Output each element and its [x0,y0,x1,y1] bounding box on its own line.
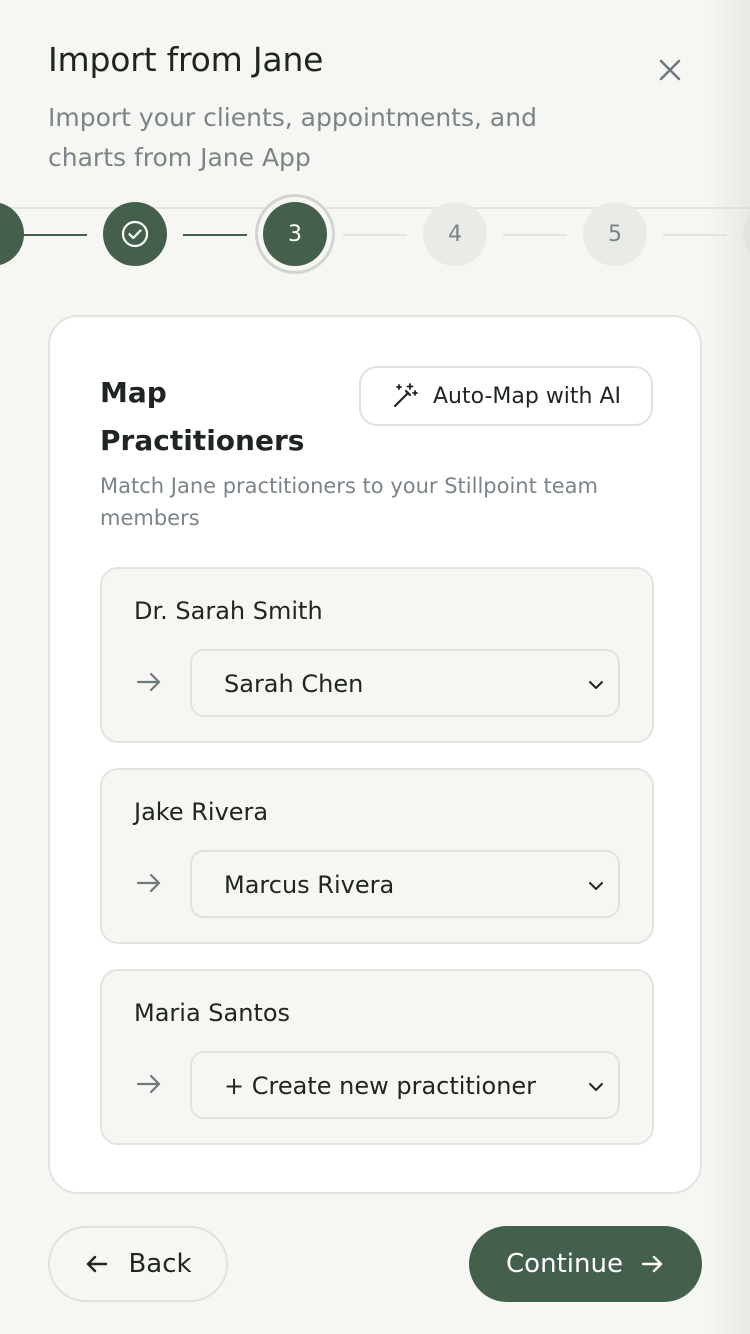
page-subtitle: Import your clients, appointments, and c… [48,103,537,172]
close-button[interactable] [650,50,690,90]
step-connector [23,234,87,236]
step-connector [503,234,567,236]
back-label: Back [128,1249,192,1279]
auto-map-button[interactable]: Auto-Map with AI [359,366,653,426]
team-member-select[interactable]: + Create new practitioner [190,1051,620,1119]
jane-practitioner-name: Dr. Sarah Smith [134,597,323,625]
check-circle-icon [121,220,149,248]
team-member-select[interactable]: Sarah Chen [190,649,620,717]
chevron-down-icon [589,882,603,890]
step-connector [663,234,727,236]
magic-wand-icon [393,383,418,408]
modal-header: Import from Jane Import your clients, ap… [0,0,750,209]
step-5-label: 5 [608,221,622,247]
selected-team-member: + Create new practitioner [224,1072,537,1100]
jane-practitioner-name: Maria Santos [134,999,291,1027]
step-2[interactable] [103,202,167,266]
progress-stepper: 3 4 5 [0,202,750,270]
step-3-label: 3 [288,221,302,247]
continue-label: Continue [506,1249,623,1279]
practitioner-mapping-row: Dr. Sarah Smith Sarah Chen [100,567,654,743]
arrow-right-icon [136,873,161,893]
jane-practitioner-name: Jake Rivera [134,798,269,826]
selected-team-member: Sarah Chen [224,670,364,698]
practitioner-mapping-row: Jake Rivera Marcus Rivera [100,768,654,944]
step-connector [183,234,247,236]
step-connector [343,234,407,236]
arrow-right-icon [136,672,161,692]
step-4[interactable]: 4 [423,202,487,266]
page-title: Import from Jane [48,40,324,79]
step-1[interactable] [0,202,24,266]
map-practitioners-card: Map Practitioners Auto-Map with AI Match… [48,315,702,1194]
back-button[interactable]: Back [48,1226,228,1302]
import-page: Import from Jane Import your clients, ap… [0,0,750,1334]
chevron-down-icon [589,1083,603,1091]
step-4-label: 4 [448,221,462,247]
arrow-left-icon [87,1255,108,1273]
team-member-select[interactable]: Marcus Rivera [190,850,620,918]
step-3[interactable]: 3 [263,202,327,266]
card-title: Map Practitioners [100,376,305,457]
arrow-right-icon [136,1074,161,1094]
step-5[interactable]: 5 [583,202,647,266]
selected-team-member: Marcus Rivera [224,871,395,899]
arrow-right-icon [641,1255,663,1273]
chevron-down-icon [589,681,603,689]
card-description: Match Jane practitioners to your Stillpo… [100,474,598,530]
continue-button[interactable]: Continue [469,1226,702,1302]
close-icon [659,59,681,81]
practitioner-mapping-row: Maria Santos + Create new practitioner [100,969,654,1145]
auto-map-label: Auto-Map with AI [432,383,622,409]
step-6[interactable] [743,202,750,266]
